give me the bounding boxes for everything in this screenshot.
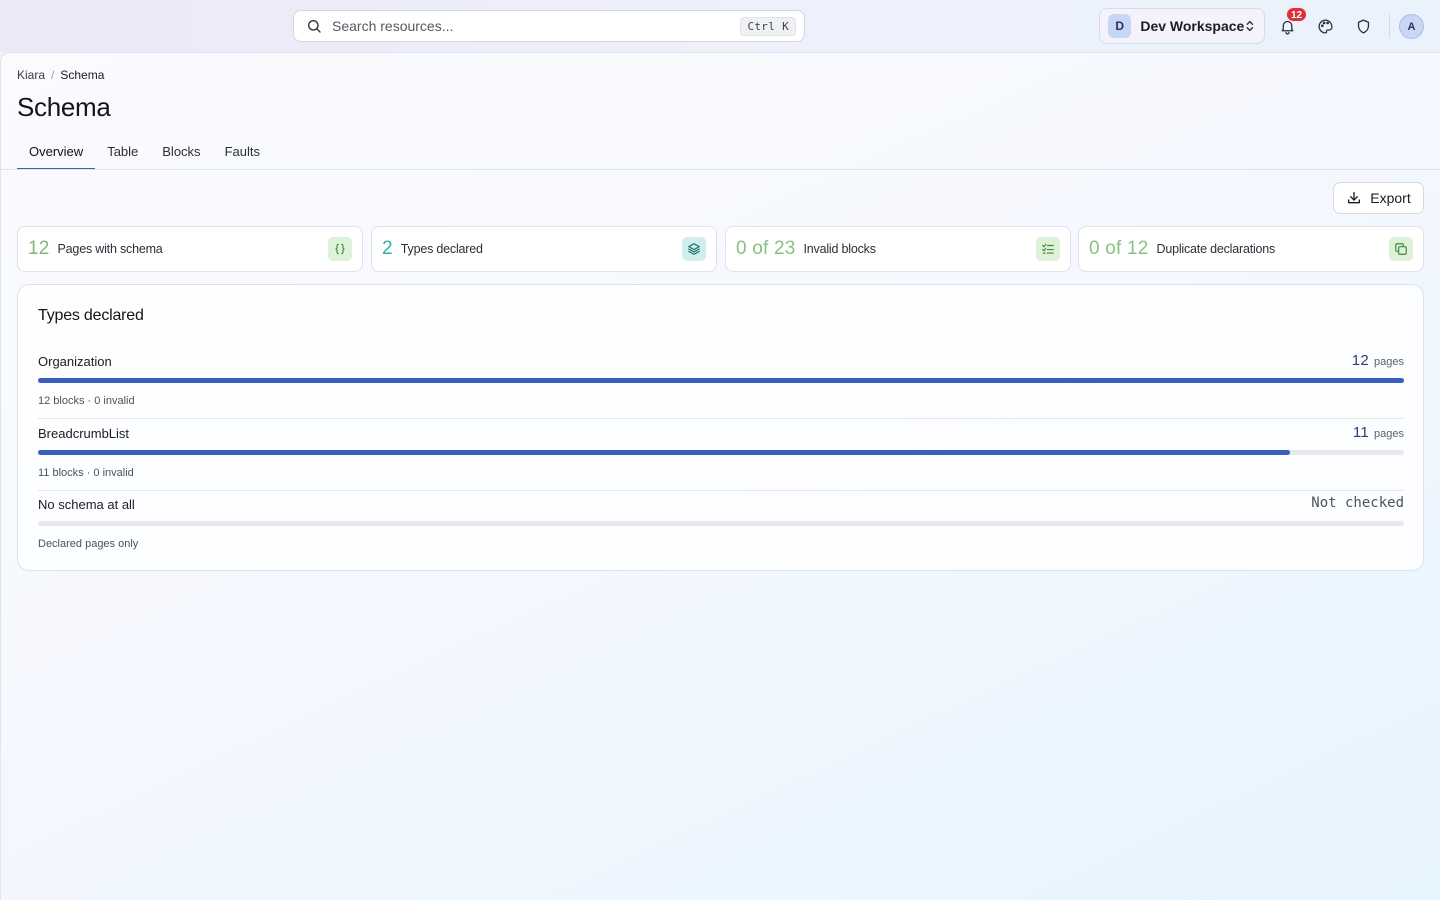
search-icon	[308, 20, 321, 33]
security-button[interactable]	[1347, 10, 1379, 42]
tabs-divider	[0, 169, 1440, 170]
breadcrumb-current: Schema	[60, 68, 105, 82]
toolbar-divider	[1389, 14, 1390, 38]
breadcrumb: Kiara / Schema	[17, 68, 104, 82]
stat-card-pages-with-schema: 12 Pages with schema	[17, 226, 363, 272]
layers-icon	[682, 237, 706, 261]
type-count: 12 pages	[1352, 352, 1404, 369]
shield-icon	[1357, 18, 1369, 34]
type-name: BreadcrumbList	[38, 426, 130, 441]
stat-label: Types declared	[400, 242, 483, 256]
stat-label: Pages with schema	[57, 242, 163, 256]
search-box[interactable]: Ctrl K	[293, 10, 805, 42]
theme-button[interactable]	[1309, 10, 1341, 42]
type-count-unit: pages	[1374, 356, 1404, 368]
progress-track	[38, 450, 1404, 455]
tab-overview[interactable]: Overview	[17, 137, 96, 170]
type-status: Not checked	[1311, 495, 1404, 511]
tab-bar: Overview Table Blocks Faults	[17, 137, 272, 170]
breadcrumb-link[interactable]: Kiara	[17, 68, 45, 82]
workspace-switcher[interactable]: D Dev Workspace	[1099, 8, 1265, 44]
progress-fill	[38, 378, 1404, 383]
stat-value: 2	[382, 238, 393, 259]
stat-label: Duplicate declarations	[1156, 242, 1276, 256]
stat-card-invalid-blocks: 0 of 23 Invalid blocks	[725, 226, 1071, 272]
workspace-avatar: D	[1108, 14, 1132, 38]
stat-label: Invalid blocks	[803, 242, 876, 256]
copy-icon	[1389, 237, 1413, 261]
type-name: No schema at all	[38, 497, 135, 512]
stat-value: 12	[28, 238, 50, 259]
top-bar: Ctrl K D Dev Workspace 12 A	[0, 0, 1440, 52]
tab-blocks[interactable]: Blocks	[150, 137, 212, 170]
export-label: Export	[1370, 190, 1411, 206]
stat-value: 0 of 12	[1089, 238, 1149, 259]
tab-table[interactable]: Table	[95, 137, 150, 170]
type-row-breadcrumblist[interactable]: BreadcrumbList 11 pages 11 blocks · 0 in…	[38, 419, 1404, 491]
stat-card-types-declared: 2 Types declared	[371, 226, 717, 272]
type-count: 11 pages	[1353, 424, 1404, 441]
page-title: Schema	[17, 92, 111, 122]
type-count-value: 12	[1351, 352, 1370, 369]
type-name: Organization	[38, 354, 112, 369]
type-row-no-schema[interactable]: No schema at all Not checked Declared pa…	[38, 490, 1404, 562]
progress-track	[38, 378, 1404, 383]
card-title: Types declared	[38, 307, 144, 324]
type-meta: 12 blocks · 0 invalid	[38, 395, 135, 407]
chevron-up-down-icon	[1246, 20, 1254, 32]
progress-fill	[38, 450, 1291, 455]
search-input[interactable]	[332, 18, 741, 34]
type-count-unit: pages	[1374, 428, 1404, 440]
type-meta: 11 blocks · 0 invalid	[38, 467, 134, 479]
progress-track	[38, 521, 1404, 526]
user-avatar[interactable]: A	[1399, 14, 1424, 39]
type-count-value: 11	[1352, 424, 1370, 441]
stat-card-duplicate-declarations: 0 of 12 Duplicate declarations	[1078, 226, 1424, 272]
palette-icon	[1317, 18, 1333, 34]
braces-icon	[328, 237, 352, 261]
breadcrumb-separator: /	[51, 68, 55, 82]
export-button[interactable]: Export	[1333, 182, 1424, 214]
search-shortcut: Ctrl K	[740, 16, 796, 36]
stat-value: 0 of 23	[736, 238, 796, 259]
notification-badge: 12	[1286, 7, 1308, 22]
type-row-organization[interactable]: Organization 12 pages 12 blocks · 0 inva…	[38, 347, 1404, 419]
tab-faults[interactable]: Faults	[213, 137, 272, 170]
type-meta: Declared pages only	[38, 538, 139, 550]
workspace-name: Dev Workspace	[1140, 18, 1245, 34]
checklist-icon	[1036, 237, 1060, 261]
download-icon	[1348, 192, 1361, 204]
types-declared-card: Types declared Organization 12 pages 12 …	[17, 284, 1424, 571]
